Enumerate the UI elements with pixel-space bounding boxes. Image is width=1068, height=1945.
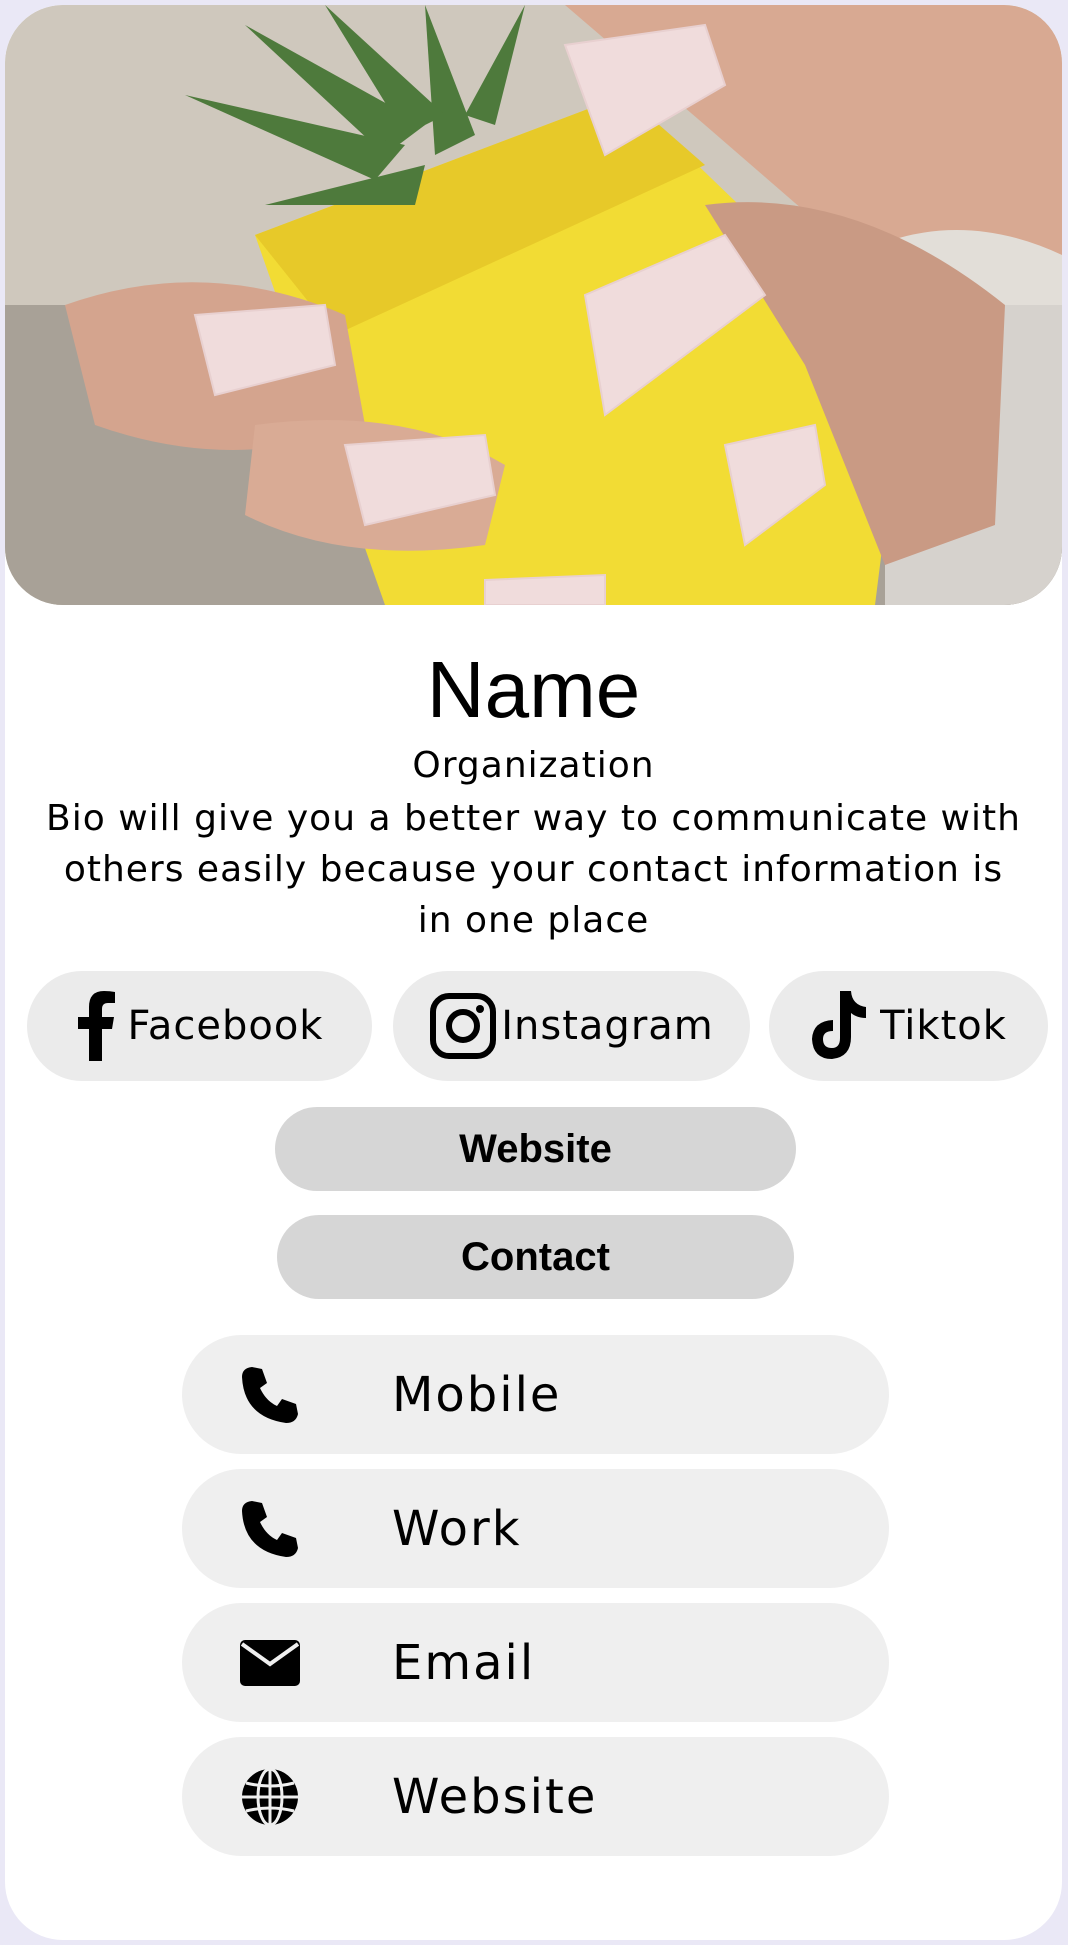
profile-bio: Bio will give you a better way to commun… xyxy=(46,798,1021,941)
website-button[interactable]: Website xyxy=(275,1107,796,1191)
facebook-icon xyxy=(76,991,116,1061)
tiktok-button[interactable]: Tiktok xyxy=(769,971,1048,1081)
contact-row-mobile[interactable]: Mobile xyxy=(182,1335,889,1454)
contact-label-email: Email xyxy=(392,1634,536,1691)
instagram-button[interactable]: Instagram xyxy=(393,971,750,1081)
phone-icon xyxy=(240,1365,300,1425)
contact-row-website[interactable]: Website xyxy=(182,1737,889,1856)
tiktok-label: Tiktok xyxy=(880,1003,1007,1049)
contact-label-mobile: Mobile xyxy=(392,1366,562,1423)
contact-button[interactable]: Contact xyxy=(277,1215,794,1299)
phone-icon xyxy=(240,1499,300,1559)
facebook-button[interactable]: Facebook xyxy=(27,971,372,1081)
globe-icon xyxy=(240,1767,300,1827)
profile-organization: Organization xyxy=(412,745,655,786)
contact-row-work[interactable]: Work xyxy=(182,1469,889,1588)
instagram-label: Instagram xyxy=(501,1003,714,1049)
contact-label-website: Website xyxy=(392,1768,598,1825)
tiktok-icon xyxy=(810,991,868,1061)
hero-photo xyxy=(5,5,1062,605)
facebook-label: Facebook xyxy=(127,1003,324,1049)
profile-name: Name xyxy=(426,645,641,734)
instagram-icon xyxy=(429,992,497,1060)
contact-label-work: Work xyxy=(392,1500,522,1557)
profile-card: Name Organization Bio will give you a be… xyxy=(5,5,1062,1940)
envelope-icon xyxy=(240,1633,300,1693)
contact-row-email[interactable]: Email xyxy=(182,1603,889,1722)
